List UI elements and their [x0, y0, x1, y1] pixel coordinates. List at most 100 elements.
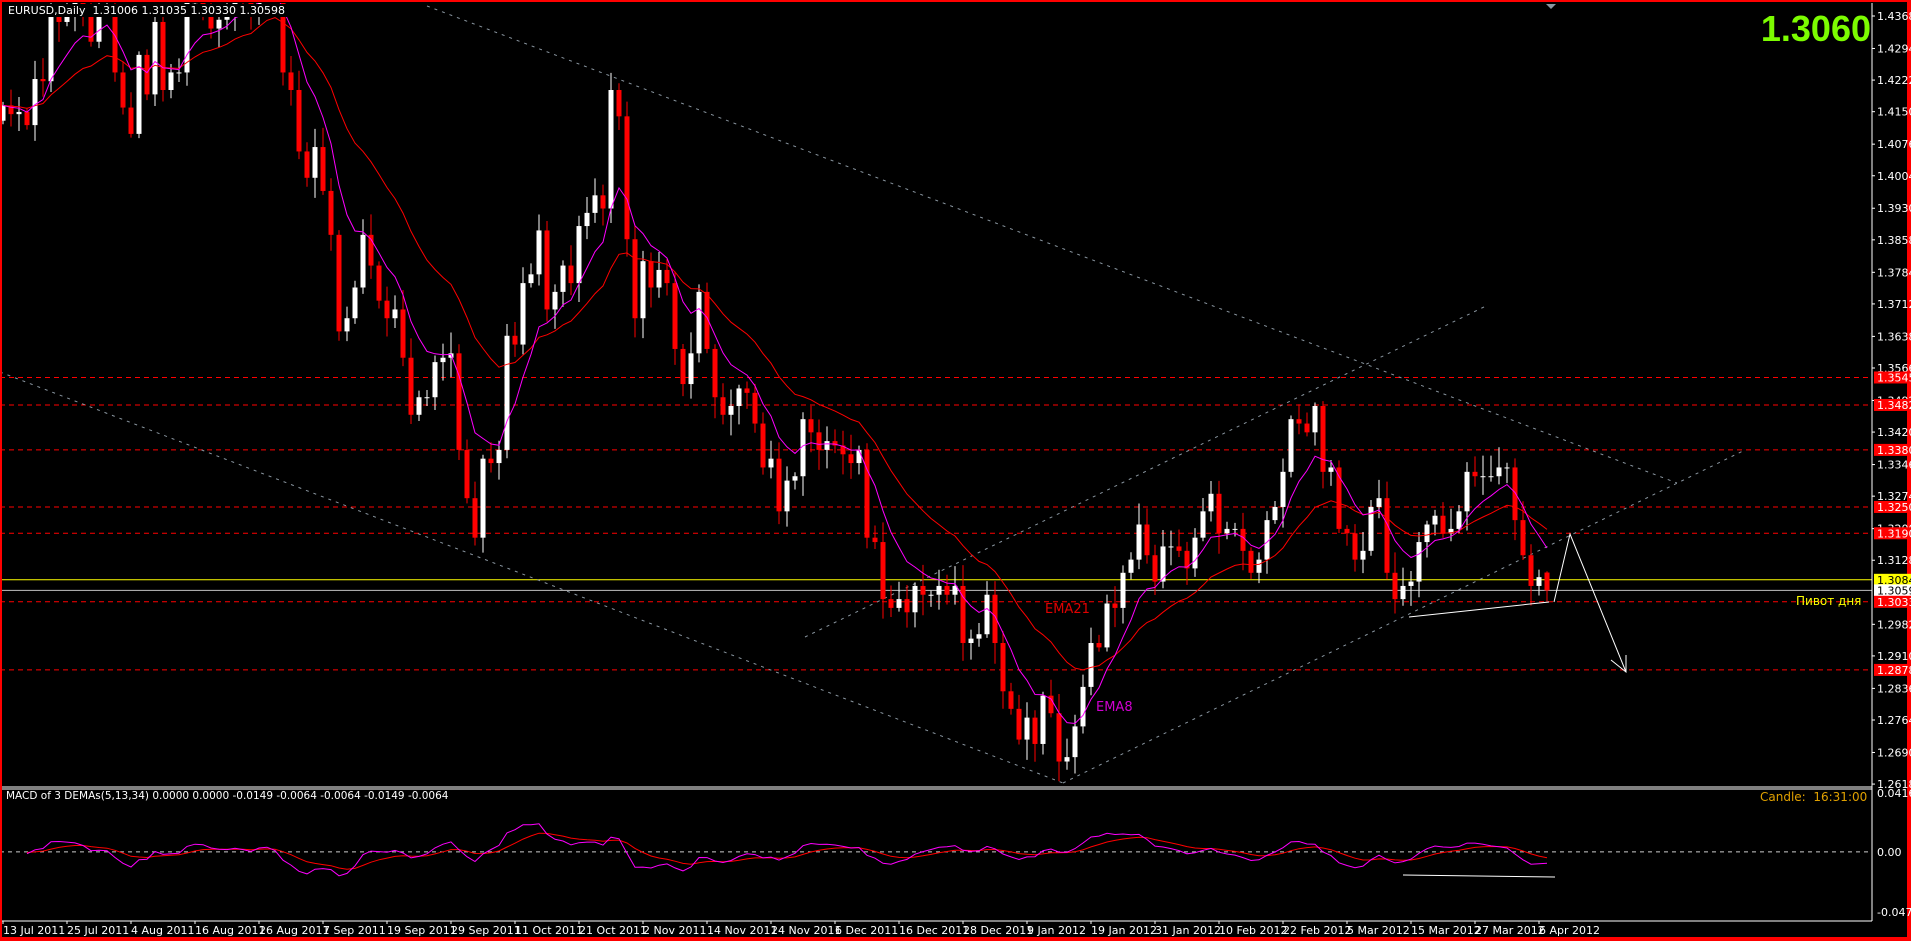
date-axis-label: 7 Sep 2011	[323, 924, 386, 937]
bearish-candle	[624, 101, 630, 257]
candle-body	[1208, 493, 1214, 512]
candle-body	[688, 353, 694, 385]
date-axis-label: 16 Aug 2011	[195, 924, 265, 937]
macd-axis-label: -0.047	[1877, 906, 1911, 919]
bearish-candle	[288, 55, 294, 106]
symbol-label: EURUSD,Daily	[8, 4, 86, 17]
price-axis-label: 1.38586	[1877, 234, 1911, 247]
candle-body	[376, 265, 382, 301]
candle-body	[656, 269, 662, 288]
candle-body	[744, 388, 750, 393]
bullish-candle	[1496, 447, 1502, 485]
bearish-candle	[808, 405, 814, 453]
candle-body	[1544, 572, 1550, 591]
level-price-label: 1.32500	[1877, 501, 1911, 514]
date-axis-label: 24 Nov 2011	[771, 924, 841, 937]
date-axis-label: 19 Sep 2011	[387, 924, 457, 937]
candle-body	[1032, 717, 1038, 744]
price-axis-label: 1.34206	[1877, 426, 1911, 439]
bearish-candle	[1384, 481, 1390, 580]
candle-body	[416, 397, 422, 415]
candle-body	[1464, 471, 1470, 512]
bullish-candle	[1272, 501, 1278, 524]
price-axis-label: 1.42946	[1877, 42, 1911, 55]
bullish-candle	[784, 466, 790, 527]
bullish-candle	[344, 306, 350, 342]
bullish-candle	[896, 581, 902, 612]
candle-body	[816, 432, 822, 450]
level-price-label: 1.31900	[1877, 527, 1911, 540]
price-axis-label: 1.43686	[1877, 10, 1911, 23]
candle-body	[536, 230, 542, 275]
candle-body	[920, 585, 926, 595]
bullish-candle	[528, 263, 534, 288]
date-axis-label: 22 Feb 2012	[1283, 924, 1351, 937]
bearish-candle	[1296, 404, 1302, 435]
bearish-candle	[864, 443, 870, 549]
bearish-candle	[304, 142, 310, 187]
bullish-candle	[968, 629, 974, 660]
candle-body	[1392, 572, 1398, 600]
bullish-candle	[736, 384, 742, 425]
bearish-candle	[512, 322, 518, 357]
candle-body	[528, 274, 534, 284]
candle-body	[760, 423, 766, 468]
bullish-candle	[1064, 738, 1070, 770]
date-axis-label: 31 Jan 2012	[1155, 924, 1221, 937]
candle-body	[864, 449, 870, 538]
bearish-candle	[472, 481, 478, 546]
bearish-candle	[680, 343, 686, 397]
bid-price-display: 1.3060	[1760, 8, 1871, 49]
bearish-candle	[336, 230, 342, 341]
bullish-candle	[592, 178, 598, 223]
bullish-candle	[560, 260, 566, 307]
bearish-candle	[1184, 541, 1190, 585]
bullish-candle	[656, 252, 662, 298]
candle-body	[1504, 467, 1510, 469]
candle-body	[360, 234, 366, 288]
candle-body	[304, 151, 310, 178]
bearish-candle	[144, 49, 150, 101]
bullish-candle	[1488, 455, 1494, 482]
bullish-candle	[1312, 402, 1318, 446]
candle-body	[1248, 550, 1254, 573]
bearish-candle	[880, 522, 886, 619]
candle-body	[560, 265, 566, 292]
macd-axis-label: 0.00	[1877, 846, 1902, 859]
window-border-bottom	[0, 937, 1911, 941]
ema21-line	[2, 17, 1548, 671]
bearish-candle	[1544, 571, 1550, 603]
candle-body	[1192, 537, 1198, 569]
candle-timer-label: Candle:	[1760, 790, 1806, 804]
bearish-candle	[944, 574, 950, 605]
bullish-candle	[1168, 530, 1174, 566]
bullish-candle	[504, 323, 510, 459]
window-border-left	[0, 0, 2, 941]
bullish-candle	[536, 214, 542, 286]
candle-body	[648, 261, 654, 288]
bullish-candle	[1040, 691, 1046, 755]
candle-body	[1416, 542, 1422, 582]
candle-timer-value: 16:31:00	[1813, 790, 1868, 804]
bearish-candle	[1336, 460, 1342, 534]
bullish-candle	[768, 440, 774, 479]
level-price-label: 1.33800	[1877, 444, 1911, 457]
bearish-candle	[848, 434, 854, 479]
candle-body	[1432, 515, 1438, 525]
date-axis-label: 19 Jan 2012	[1091, 924, 1157, 937]
date-axis-label: 4 Aug 2011	[131, 924, 194, 937]
bullish-candle	[1136, 503, 1142, 570]
candle-body	[1200, 511, 1206, 538]
candle-body	[592, 195, 598, 213]
forecast-arrow	[1553, 532, 1627, 673]
bearish-candle	[568, 245, 574, 296]
bearish-candle	[1352, 524, 1358, 572]
bullish-candle	[1368, 499, 1374, 556]
candle-body	[1360, 550, 1366, 560]
date-axis-label: 15 Mar 2012	[1411, 924, 1481, 937]
high-value: 1.31035	[141, 4, 187, 17]
price-axis-label: 1.39306	[1877, 202, 1911, 215]
candle-body	[392, 309, 398, 319]
date-axis-label: 13 Jul 2011	[3, 924, 65, 937]
bullish-candle	[352, 280, 358, 324]
